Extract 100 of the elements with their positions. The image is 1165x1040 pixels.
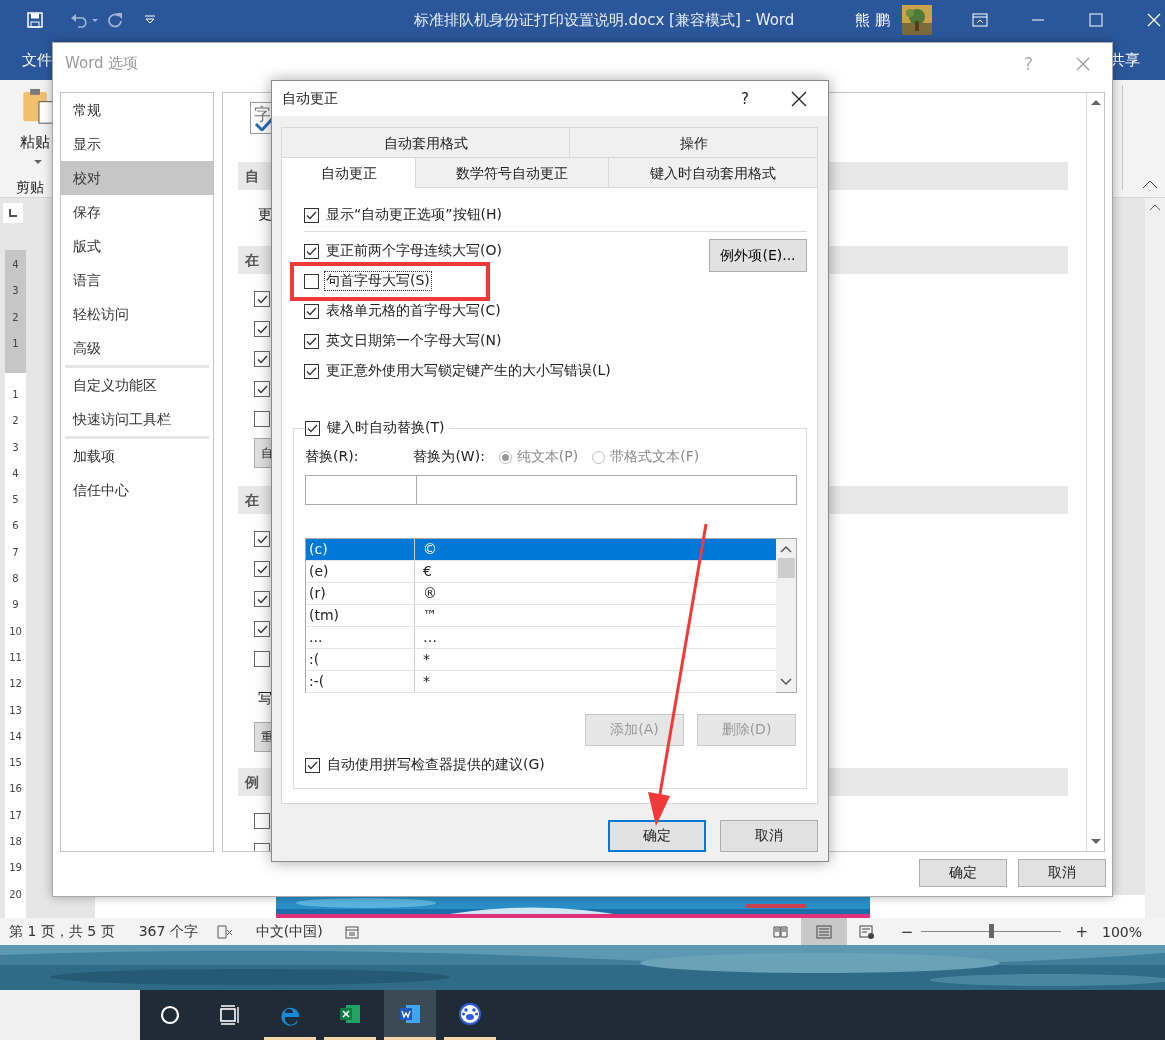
checkbox[interactable]	[254, 351, 270, 367]
word-count[interactable]: 367 个字	[138, 922, 198, 941]
nav-item[interactable]: 常规	[61, 93, 213, 127]
checkbox[interactable]	[254, 381, 270, 397]
tab[interactable]: 自动套用格式	[281, 127, 570, 157]
option-label[interactable]: 句首字母大写(S)	[325, 272, 431, 290]
option-label[interactable]: 自动使用拼写检查器提供的建议(G)	[326, 756, 546, 774]
zoom-in-button[interactable]: +	[1075, 922, 1088, 941]
checkbox[interactable]	[254, 531, 270, 547]
help-button[interactable]: ?	[741, 89, 749, 108]
scroll-up-icon[interactable]	[1149, 203, 1161, 211]
list-row[interactable]: ... …	[306, 627, 776, 649]
checkbox[interactable]	[254, 291, 270, 307]
checkbox[interactable]	[254, 621, 270, 637]
checkbox[interactable]	[304, 243, 319, 259]
undo-icon[interactable]	[70, 12, 98, 28]
tab[interactable]: 自动更正	[281, 157, 416, 188]
replace-with-field[interactable]	[417, 475, 797, 505]
option-label[interactable]: 键入时自动替换(T)	[326, 419, 446, 437]
settings-button[interactable]: 重	[254, 722, 272, 752]
zoom-level[interactable]: 100%	[1101, 923, 1142, 940]
checkbox[interactable]	[305, 420, 320, 436]
settings-button[interactable]: 自	[254, 438, 272, 468]
page-count[interactable]: 第 1 页，共 5 页	[9, 922, 115, 941]
user-name[interactable]: 熊 鹏	[855, 10, 890, 30]
checkbox[interactable]	[304, 273, 319, 289]
option-label[interactable]: 更正前两个字母连续大写(O)	[325, 242, 503, 260]
proofing-icon[interactable]	[216, 924, 233, 939]
save-icon[interactable]	[27, 12, 43, 28]
nav-item[interactable]: 高级	[61, 331, 213, 365]
zoom-out-button[interactable]: −	[900, 922, 914, 941]
nav-item[interactable]: 加载项	[61, 439, 213, 473]
nav-item[interactable]: 显示	[61, 127, 213, 161]
checkbox[interactable]	[254, 591, 270, 607]
checkbox[interactable]	[254, 651, 270, 667]
dialog-button[interactable]: 取消	[1018, 859, 1106, 887]
paw-app-icon[interactable]	[458, 1001, 482, 1026]
scroll-up-icon[interactable]	[780, 545, 792, 553]
scroll-up-icon[interactable]	[1089, 98, 1102, 106]
nav-item[interactable]: 保存	[61, 195, 213, 229]
checkbox[interactable]	[305, 757, 320, 773]
scroll-down-icon[interactable]	[780, 678, 792, 686]
tab[interactable]: 键入时自动套用格式	[609, 157, 818, 187]
option-label[interactable]: 更正意外使用大写锁定键产生的大小写错误(L)	[325, 362, 612, 380]
maximize-icon[interactable]	[1088, 13, 1103, 27]
checkbox[interactable]	[304, 363, 319, 379]
word-processor-taskbar-button[interactable]	[384, 990, 436, 1040]
checkbox[interactable]	[304, 333, 319, 349]
list-row[interactable]: (tm) ™	[306, 605, 776, 627]
list-row[interactable]: :( *	[306, 649, 776, 671]
scrollbar[interactable]	[776, 539, 796, 692]
replace-field[interactable]	[305, 475, 417, 505]
language-indicator[interactable]: 中文(中国)	[255, 922, 323, 941]
nav-item[interactable]: 快速访问工具栏	[61, 402, 213, 436]
nav-item[interactable]: 轻松访问	[61, 297, 213, 331]
cancel-button[interactable]: 取消	[720, 820, 818, 852]
checkbox[interactable]	[304, 207, 319, 223]
tab[interactable]: 操作	[570, 127, 818, 157]
option-label[interactable]: 表格单元格的首字母大写(C)	[325, 302, 502, 320]
dialog-button[interactable]: 确定	[919, 859, 1007, 887]
list-row[interactable]: :-( *	[306, 671, 776, 693]
clipboard-icon[interactable]	[22, 88, 54, 126]
checkbox[interactable]	[254, 813, 270, 829]
print-view-button[interactable]	[800, 918, 847, 945]
close-icon[interactable]	[791, 90, 807, 107]
list-row[interactable]: (e) €	[306, 561, 776, 583]
nav-item[interactable]: 语言	[61, 263, 213, 297]
paste-button[interactable]: 粘贴	[20, 133, 50, 153]
scrollbar[interactable]	[1086, 93, 1104, 851]
checkbox[interactable]	[254, 561, 270, 577]
zoom-slider[interactable]	[989, 924, 995, 938]
tab-stop-icon[interactable]	[3, 203, 23, 223]
option-label[interactable]: 显示“自动更正选项”按钮(H)	[325, 206, 503, 224]
collapse-ribbon-icon[interactable]	[1142, 179, 1158, 189]
checkbox[interactable]	[254, 321, 270, 337]
caret-icon[interactable]	[34, 160, 42, 165]
macro-icon[interactable]	[344, 924, 359, 939]
list-row[interactable]: (c) ©	[306, 539, 776, 561]
cortana-icon[interactable]	[158, 1003, 182, 1027]
exceptions-button[interactable]: 例外项(E)...	[709, 239, 807, 272]
option-label[interactable]: 英文日期第一个字母大写(N)	[325, 332, 503, 350]
task-view-icon[interactable]	[218, 1003, 242, 1027]
nav-item[interactable]: 信任中心	[61, 473, 213, 507]
scroll-down-icon[interactable]	[1089, 838, 1102, 846]
redo-icon[interactable]	[107, 12, 123, 28]
scroll-thumb[interactable]	[777, 558, 795, 578]
scrollbar[interactable]	[1145, 198, 1165, 918]
ribbon-display-icon[interactable]	[971, 13, 988, 27]
book-icon[interactable]	[772, 924, 789, 939]
nav-item[interactable]: 校对	[61, 161, 213, 195]
nav-item[interactable]: 自定义功能区	[61, 368, 213, 402]
radio-label[interactable]: 带格式文本(F)	[610, 448, 700, 466]
list-row[interactable]: (r) ®	[306, 583, 776, 605]
ok-button[interactable]: 确定	[608, 820, 706, 852]
web-layout-icon[interactable]	[858, 924, 875, 939]
nav-item[interactable]: 版式	[61, 229, 213, 263]
checkbox[interactable]	[254, 411, 270, 427]
replacement-list[interactable]: (c) © (e) € (r) ® (tm) ™ ... … :( * :-( *	[305, 538, 797, 693]
tab[interactable]: 数学符号自动更正	[416, 157, 609, 187]
customize-caret-icon[interactable]	[144, 15, 156, 25]
